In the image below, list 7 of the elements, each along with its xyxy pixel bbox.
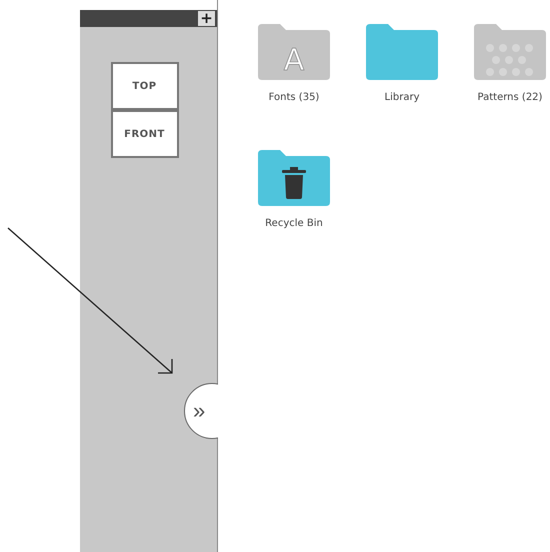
folder-label[interactable]: Recycle Bin: [265, 218, 323, 229]
folder-label[interactable]: Fonts (35): [268, 92, 320, 103]
folder-label[interactable]: Patterns (22): [478, 92, 542, 103]
cube-front-face[interactable]: FRONT: [110, 110, 178, 158]
cube-top-face[interactable]: TOP: [110, 62, 178, 110]
add-button[interactable]: +: [198, 11, 215, 26]
folder-label[interactable]: Library: [384, 92, 420, 103]
